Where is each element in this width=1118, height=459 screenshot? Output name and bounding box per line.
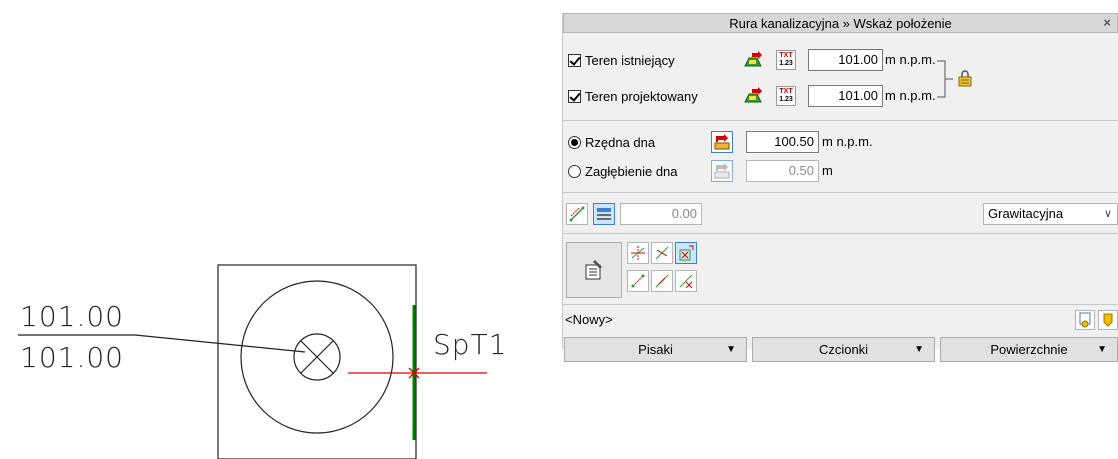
close-icon[interactable]: × bbox=[1103, 15, 1111, 30]
properties-button[interactable] bbox=[566, 242, 622, 298]
invert-level-input[interactable]: 100.50 bbox=[746, 131, 819, 153]
delete-segment-icon bbox=[679, 274, 693, 289]
insert-node-icon bbox=[631, 246, 645, 260]
text-value-existing-button[interactable]: TXT 1.23 bbox=[776, 50, 796, 70]
depth-radio[interactable]: Zagłębienie dna bbox=[568, 160, 678, 182]
depth-input[interactable]: 0.50 bbox=[746, 160, 819, 182]
break-line-icon bbox=[655, 246, 669, 260]
link-lock-button[interactable] bbox=[955, 68, 975, 88]
caret-down-icon: ▼ bbox=[726, 344, 736, 355]
properties-icon bbox=[585, 260, 602, 280]
chevron-down-icon: ∨ bbox=[1103, 208, 1112, 220]
depth-pick-icon bbox=[714, 163, 730, 179]
pick-terrain-designed-button[interactable] bbox=[742, 85, 764, 107]
pick-invert-button[interactable] bbox=[711, 131, 733, 153]
txt-icon-top: TXT bbox=[779, 88, 793, 95]
tool-break-button[interactable] bbox=[651, 242, 673, 264]
existing-terrain-label: Teren istniejący bbox=[585, 52, 675, 68]
terrain-label-bottom: 101.00 bbox=[20, 341, 124, 374]
tool-insert-node-button[interactable] bbox=[627, 242, 649, 264]
designed-terrain-label: Teren projektowany bbox=[585, 88, 698, 104]
invert-pick-icon bbox=[714, 134, 730, 150]
surfaces-dropdown[interactable]: Powierzchnie ▼ bbox=[940, 337, 1118, 362]
separator bbox=[563, 304, 1118, 305]
node-name-label: SpT1 bbox=[433, 328, 507, 361]
text-value-designed-button[interactable]: TXT 1.23 bbox=[776, 86, 796, 106]
save-style-button[interactable] bbox=[1075, 310, 1095, 330]
depth-label: Zagłębienie dna bbox=[585, 163, 678, 179]
designed-terrain-checkbox[interactable]: Teren projektowany bbox=[568, 85, 698, 107]
designed-terrain-unit: m n.p.m. bbox=[885, 88, 936, 103]
tool-delete-segment-button[interactable] bbox=[675, 270, 697, 292]
style-name-value: <Nowy> bbox=[565, 312, 613, 327]
pipe-placement-dialog: Rura kanalizacyjna » Wskaż położenie × T… bbox=[562, 13, 1118, 362]
style-library-icon bbox=[1103, 313, 1113, 327]
caret-down-icon: ▼ bbox=[1097, 344, 1107, 355]
save-style-icon bbox=[1079, 312, 1091, 328]
lock-icon bbox=[958, 70, 972, 87]
txt-icon-bottom: 1.23 bbox=[779, 60, 793, 67]
flow-type-value: Grawitacyjna bbox=[988, 206, 1064, 221]
designed-terrain-check-box[interactable] bbox=[568, 89, 581, 103]
cad-canvas[interactable]: 101.00 101.00 SpT1 bbox=[0, 0, 560, 459]
fonts-label: Czcionki bbox=[818, 342, 869, 357]
pens-label: Pisaki bbox=[638, 342, 673, 357]
existing-terrain-unit: m n.p.m. bbox=[885, 52, 936, 67]
tool-segment-button[interactable] bbox=[651, 270, 673, 292]
invert-level-radio[interactable]: Rzędna dna bbox=[568, 131, 655, 153]
dialog-title: Rura kanalizacyjna » Wskaż położenie bbox=[729, 16, 952, 31]
fonts-dropdown[interactable]: Czcionki ▼ bbox=[752, 337, 935, 362]
flow-type-select[interactable]: Grawitacyjna ∨ bbox=[983, 203, 1118, 225]
separator bbox=[563, 233, 1118, 234]
segment-icon bbox=[655, 274, 669, 288]
invert-level-label: Rzędna dna bbox=[585, 134, 656, 150]
txt-icon-bottom: 1.23 bbox=[779, 96, 793, 103]
designed-terrain-input[interactable]: 101.00 bbox=[808, 85, 883, 107]
pick-from-drawing-icon bbox=[744, 51, 762, 67]
slope-line-icon bbox=[569, 206, 585, 222]
style-library-button[interactable] bbox=[1098, 310, 1118, 330]
depth-radio-dot[interactable] bbox=[568, 164, 581, 178]
slope-pick-button[interactable] bbox=[566, 203, 588, 225]
existing-terrain-input[interactable]: 101.00 bbox=[808, 49, 883, 71]
slope-mode-button[interactable] bbox=[593, 203, 615, 225]
slope-input[interactable]: 0.00 bbox=[620, 203, 702, 225]
dialog-titlebar[interactable]: Rura kanalizacyjna » Wskaż położenie × bbox=[563, 13, 1118, 33]
pick-depth-button[interactable] bbox=[711, 160, 733, 182]
separator bbox=[563, 120, 1118, 121]
pick-from-drawing-icon bbox=[744, 87, 762, 103]
tool-select-button[interactable] bbox=[675, 242, 697, 264]
separator bbox=[563, 192, 1118, 193]
txt-icon-top: TXT bbox=[779, 52, 793, 59]
pens-dropdown[interactable]: Pisaki ▼ bbox=[564, 337, 747, 362]
label-leader bbox=[134, 334, 306, 353]
add-segment-icon bbox=[631, 274, 645, 288]
depth-unit: m bbox=[822, 163, 833, 178]
existing-terrain-checkbox[interactable]: Teren istniejący bbox=[568, 49, 675, 71]
style-name-field[interactable]: <Nowy> bbox=[563, 310, 1071, 332]
invert-level-radio-dot[interactable] bbox=[568, 135, 581, 149]
pick-terrain-existing-button[interactable] bbox=[742, 49, 764, 71]
level-lines-icon bbox=[597, 208, 611, 220]
caret-down-icon: ▼ bbox=[914, 344, 924, 355]
terrain-label-top: 101.00 bbox=[20, 300, 124, 333]
tool-add-segment-button[interactable] bbox=[627, 270, 649, 292]
manhole-outline bbox=[217, 264, 417, 459]
invert-level-unit: m n.p.m. bbox=[822, 134, 873, 149]
existing-terrain-check-box[interactable] bbox=[568, 53, 581, 67]
select-region-icon bbox=[679, 245, 694, 261]
surfaces-label: Powierzchnie bbox=[990, 342, 1068, 357]
